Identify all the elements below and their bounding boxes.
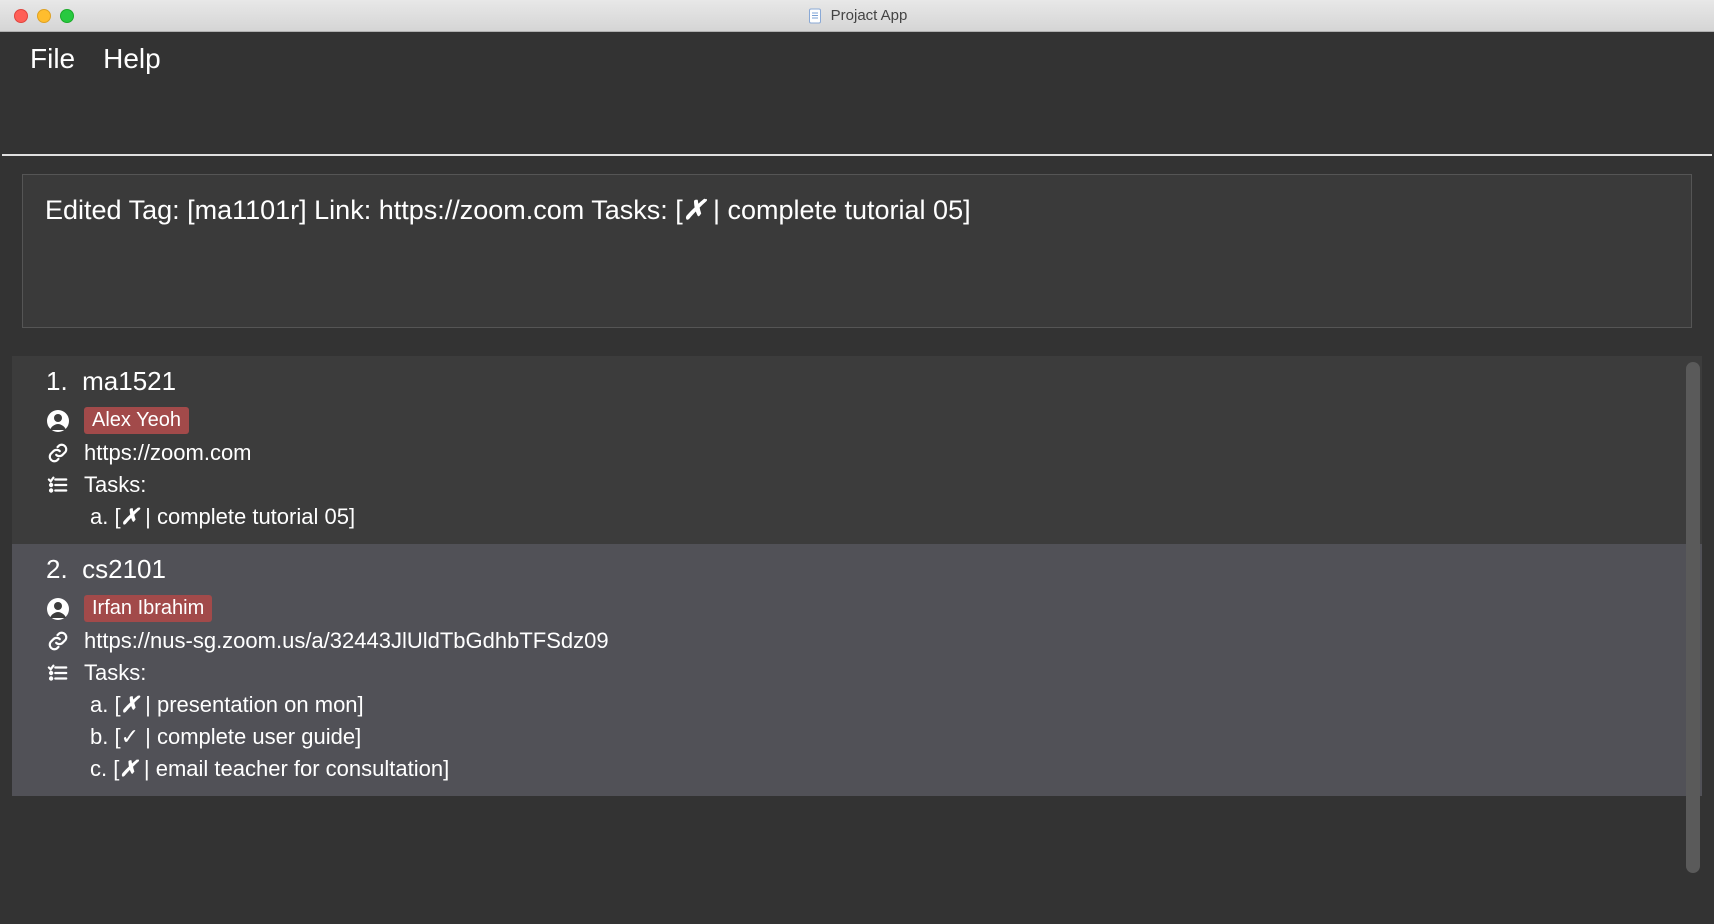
tag-name: cs2101 xyxy=(82,554,166,584)
tasks-header-row: Tasks: xyxy=(46,660,1676,686)
result-message-suffix: | complete tutorial 05] xyxy=(705,195,970,225)
result-message-panel: Edited Tag: [ma1101r] Link: https://zoom… xyxy=(22,174,1692,328)
tag-index: 2. xyxy=(46,554,68,584)
x-mark-icon: ✗ xyxy=(119,756,137,781)
link-row: https://nus-sg.zoom.us/a/32443JlUldTbGdh… xyxy=(46,628,1676,654)
titlebar: Projact App xyxy=(0,0,1714,32)
task-line: b. [✓ | complete user guide] xyxy=(46,724,1676,750)
tag-card[interactable]: 2. cs2101 Irfan Ibrahim https://nus-sg.zoo… xyxy=(12,544,1702,796)
tasks-icon xyxy=(46,473,70,497)
tag-index: 1. xyxy=(46,366,68,396)
command-input-area[interactable] xyxy=(2,86,1712,156)
link-row: https://zoom.com xyxy=(46,440,1676,466)
x-mark-icon: ✗ xyxy=(683,195,706,225)
tag-name: ma1521 xyxy=(82,366,176,396)
maximize-window-button[interactable] xyxy=(60,9,74,23)
person-chip: Irfan Ibrahim xyxy=(84,595,212,622)
tasks-label: Tasks: xyxy=(84,660,146,686)
app-doc-icon xyxy=(807,8,823,24)
person-row: Alex Yeoh xyxy=(46,407,1676,434)
task-line: c. [✗ | email teacher for consultation] xyxy=(46,756,1676,782)
link-icon xyxy=(46,441,70,465)
tag-list: 1. ma1521 Alex Yeoh https://zoom.com Tasks:… xyxy=(12,356,1702,924)
scrollbar-thumb[interactable] xyxy=(1686,362,1700,873)
tasks-icon xyxy=(46,661,70,685)
result-message-prefix: Edited Tag: [ma1101r] Link: https://zoom… xyxy=(45,195,683,225)
x-mark-icon: ✗ xyxy=(121,504,139,529)
window-title-group: Projact App xyxy=(0,7,1714,24)
link-icon xyxy=(46,629,70,653)
tasks-label: Tasks: xyxy=(84,472,146,498)
person-icon xyxy=(46,409,70,433)
person-chip: Alex Yeoh xyxy=(84,407,189,434)
tag-title: 1. ma1521 xyxy=(46,366,1676,397)
x-mark-icon: ✗ xyxy=(121,692,139,717)
tag-card[interactable]: 1. ma1521 Alex Yeoh https://zoom.com Tasks:… xyxy=(12,356,1702,544)
check-icon: ✓ xyxy=(121,724,139,749)
tasks-header-row: Tasks: xyxy=(46,472,1676,498)
person-icon xyxy=(46,597,70,621)
traffic-lights xyxy=(0,9,74,23)
close-window-button[interactable] xyxy=(14,9,28,23)
minimize-window-button[interactable] xyxy=(37,9,51,23)
menu-file[interactable]: File xyxy=(30,43,75,75)
task-line: a. [✗ | presentation on mon] xyxy=(46,692,1676,718)
person-row: Irfan Ibrahim xyxy=(46,595,1676,622)
window-title: Projact App xyxy=(831,7,908,24)
task-line: a. [✗ | complete tutorial 05] xyxy=(46,504,1676,530)
tag-title: 2. cs2101 xyxy=(46,554,1676,585)
menu-help[interactable]: Help xyxy=(103,43,161,75)
menubar: File Help xyxy=(0,32,1714,86)
link-text: https://nus-sg.zoom.us/a/32443JlUldTbGdh… xyxy=(84,628,609,654)
link-text: https://zoom.com xyxy=(84,440,252,466)
